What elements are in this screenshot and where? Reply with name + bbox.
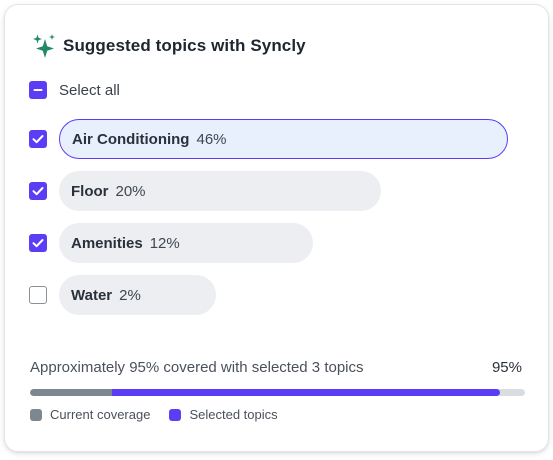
suggested-topics-card: Suggested topics with Syncly Select all … bbox=[4, 4, 549, 452]
current-coverage-fill bbox=[30, 389, 112, 396]
selected-swatch-icon bbox=[169, 408, 182, 421]
topic-percent: 12% bbox=[149, 234, 180, 252]
topic-percent: 20% bbox=[115, 182, 146, 200]
topic-row-water[interactable]: Water 2% bbox=[29, 275, 216, 315]
legend-item-selected: Selected topics bbox=[169, 407, 278, 422]
topic-row-amenities[interactable]: Amenities 12% bbox=[29, 223, 313, 263]
coverage-percent: 95% bbox=[491, 359, 522, 376]
topic-row-floor[interactable]: Floor 20% bbox=[29, 171, 381, 211]
select-all-checkbox[interactable]: Select all bbox=[29, 81, 120, 99]
topic-percent: 46% bbox=[196, 130, 227, 148]
checkbox-unchecked-icon[interactable] bbox=[29, 286, 47, 304]
topic-pill[interactable]: Amenities 12% bbox=[59, 223, 313, 263]
topic-percent: 2% bbox=[119, 286, 141, 304]
checkbox-checked-icon[interactable] bbox=[29, 234, 47, 252]
topic-row-air-conditioning[interactable]: Air Conditioning 46% bbox=[29, 119, 508, 159]
legend-current-label: Current coverage bbox=[50, 407, 151, 422]
card-title: Suggested topics with Syncly bbox=[63, 36, 306, 55]
current-swatch-icon bbox=[30, 408, 42, 421]
indeterminate-checkbox-icon[interactable] bbox=[29, 81, 47, 99]
legend-item-current: Current coverage bbox=[30, 407, 150, 422]
topic-name: Air Conditioning bbox=[72, 130, 190, 148]
topic-pill[interactable]: Floor 20% bbox=[59, 171, 381, 211]
topic-name: Floor bbox=[71, 182, 109, 200]
checkbox-checked-icon[interactable] bbox=[29, 130, 47, 148]
selected-topics-fill bbox=[111, 389, 501, 396]
checkbox-checked-icon[interactable] bbox=[29, 182, 47, 200]
topic-pill[interactable]: Water 2% bbox=[59, 275, 216, 315]
topic-name: Amenities bbox=[71, 234, 143, 252]
select-all-label: Select all bbox=[59, 81, 120, 99]
topic-pill[interactable]: Air Conditioning 46% bbox=[59, 119, 508, 159]
coverage-progress-bar bbox=[30, 389, 525, 396]
legend-selected-label: Selected topics bbox=[189, 407, 278, 422]
sparkle-icon bbox=[31, 33, 57, 59]
coverage-summary: Approximately 95% covered with selected … bbox=[30, 359, 364, 376]
card-header: Suggested topics with Syncly bbox=[31, 33, 306, 59]
topic-name: Water bbox=[71, 286, 113, 304]
coverage-legend: Current coverage Selected topics bbox=[30, 407, 297, 422]
